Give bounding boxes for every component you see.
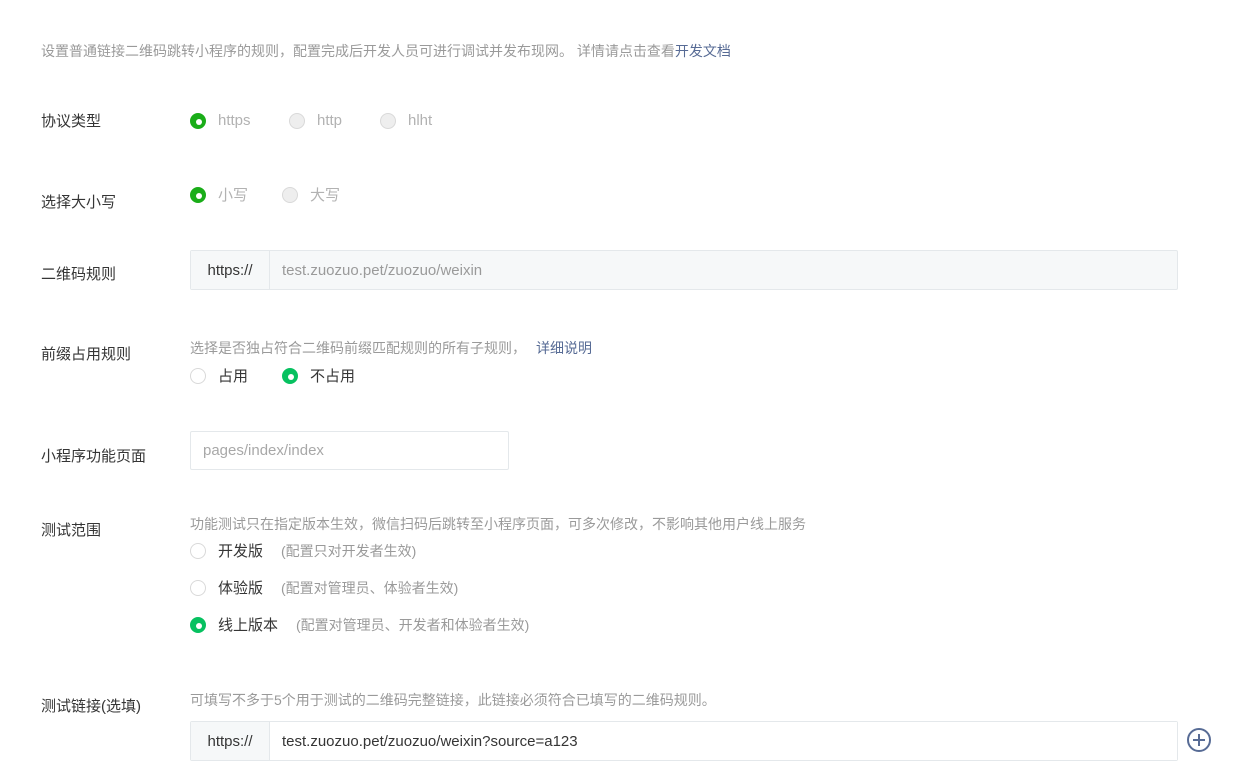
scope-option-trial[interactable]: 体验版 (配置对管理员、体验者生效) <box>190 577 458 598</box>
prefix-rule-label: 前缀占用规则 <box>41 346 132 363</box>
radio-checked-icon <box>190 186 206 203</box>
scope-option-online[interactable]: 线上版本 (配置对管理员、开发者和体验者生效) <box>190 614 529 635</box>
scope-option-note: (配置只对开发者生效) <box>281 542 417 559</box>
test-link-label: 测试链接(选填) <box>41 698 141 715</box>
protocol-option-http: http <box>289 112 342 129</box>
radio-unchecked-icon <box>190 542 206 559</box>
radio-disabled-icon <box>289 112 305 129</box>
page-input[interactable]: pages/index/index <box>190 431 509 470</box>
test-link-field[interactable]: test.zuozuo.pet/zuozuo/weixin?source=a12… <box>270 722 1177 760</box>
qr-rule-input-group: https:// test.zuozuo.pet/zuozuo/weixin <box>190 250 1178 290</box>
scope-option-label: 线上版本 <box>218 617 279 634</box>
test-scope-label: 测试范围 <box>41 522 102 539</box>
intro-text: 设置普通链接二维码跳转小程序的规则，配置完成后开发人员可进行调试并发布现网。 详… <box>41 41 731 61</box>
radio-disabled-icon <box>380 112 396 129</box>
test-scope-desc: 功能测试只在指定版本生效，微信扫码后跳转至小程序页面，可多次修改，不影响其他用户… <box>190 516 806 532</box>
page-label: 小程序功能页面 <box>41 448 147 465</box>
case-option-lower[interactable]: 小写 <box>190 184 248 205</box>
radio-checked-icon <box>282 367 298 384</box>
add-test-link-icon[interactable] <box>1187 728 1211 752</box>
protocol-option-label: https <box>218 112 251 129</box>
protocol-option-hlht: hlht <box>380 112 432 129</box>
test-link-desc: 可填写不多于5个用于测试的二维码完整链接，此链接必须符合已填写的二维码规则。 <box>190 692 716 708</box>
prefix-option-label: 占用 <box>218 368 249 385</box>
qr-rule-label: 二维码规则 <box>41 266 117 283</box>
case-option-label: 大写 <box>310 187 341 204</box>
test-link-input-group[interactable]: https:// test.zuozuo.pet/zuozuo/weixin?s… <box>190 721 1178 761</box>
case-option-label: 小写 <box>218 187 249 204</box>
radio-unchecked-icon <box>190 579 206 596</box>
protocol-label: 协议类型 <box>41 113 102 130</box>
radio-disabled-icon <box>282 186 298 203</box>
scope-option-note: (配置对管理员、体验者生效) <box>281 579 459 596</box>
intro-description: 设置普通链接二维码跳转小程序的规则，配置完成后开发人员可进行调试并发布现网。 详… <box>41 43 675 59</box>
radio-checked-icon <box>190 616 206 633</box>
prefix-rule-desc-text: 选择是否独占符合二维码前缀匹配规则的所有子规则， <box>190 340 526 356</box>
scope-option-label: 体验版 <box>218 580 264 597</box>
case-option-upper: 大写 <box>282 184 340 205</box>
protocol-option-https[interactable]: https <box>190 112 251 129</box>
radio-unchecked-icon <box>190 367 206 384</box>
test-link-prefix: https:// <box>191 722 270 760</box>
protocol-option-label: http <box>317 112 343 129</box>
scope-option-label: 开发版 <box>218 543 264 560</box>
prefix-option-occupy[interactable]: 占用 <box>190 365 248 386</box>
qr-rule-prefix: https:// <box>191 251 270 289</box>
case-label: 选择大小写 <box>41 194 117 211</box>
qr-rule-field: test.zuozuo.pet/zuozuo/weixin <box>282 261 483 279</box>
radio-checked-icon <box>190 112 206 129</box>
protocol-option-label: hlht <box>408 112 433 129</box>
prefix-option-not-occupy[interactable]: 不占用 <box>282 365 355 386</box>
scope-option-dev[interactable]: 开发版 (配置只对开发者生效) <box>190 540 416 561</box>
scope-option-note: (配置对管理员、开发者和体验者生效) <box>296 616 530 633</box>
dev-docs-link[interactable]: 开发文档 <box>675 43 731 59</box>
prefix-rule-desc: 选择是否独占符合二维码前缀匹配规则的所有子规则， 详细说明 <box>190 338 592 358</box>
prefix-option-label: 不占用 <box>310 368 356 385</box>
details-link[interactable]: 详细说明 <box>536 340 592 356</box>
